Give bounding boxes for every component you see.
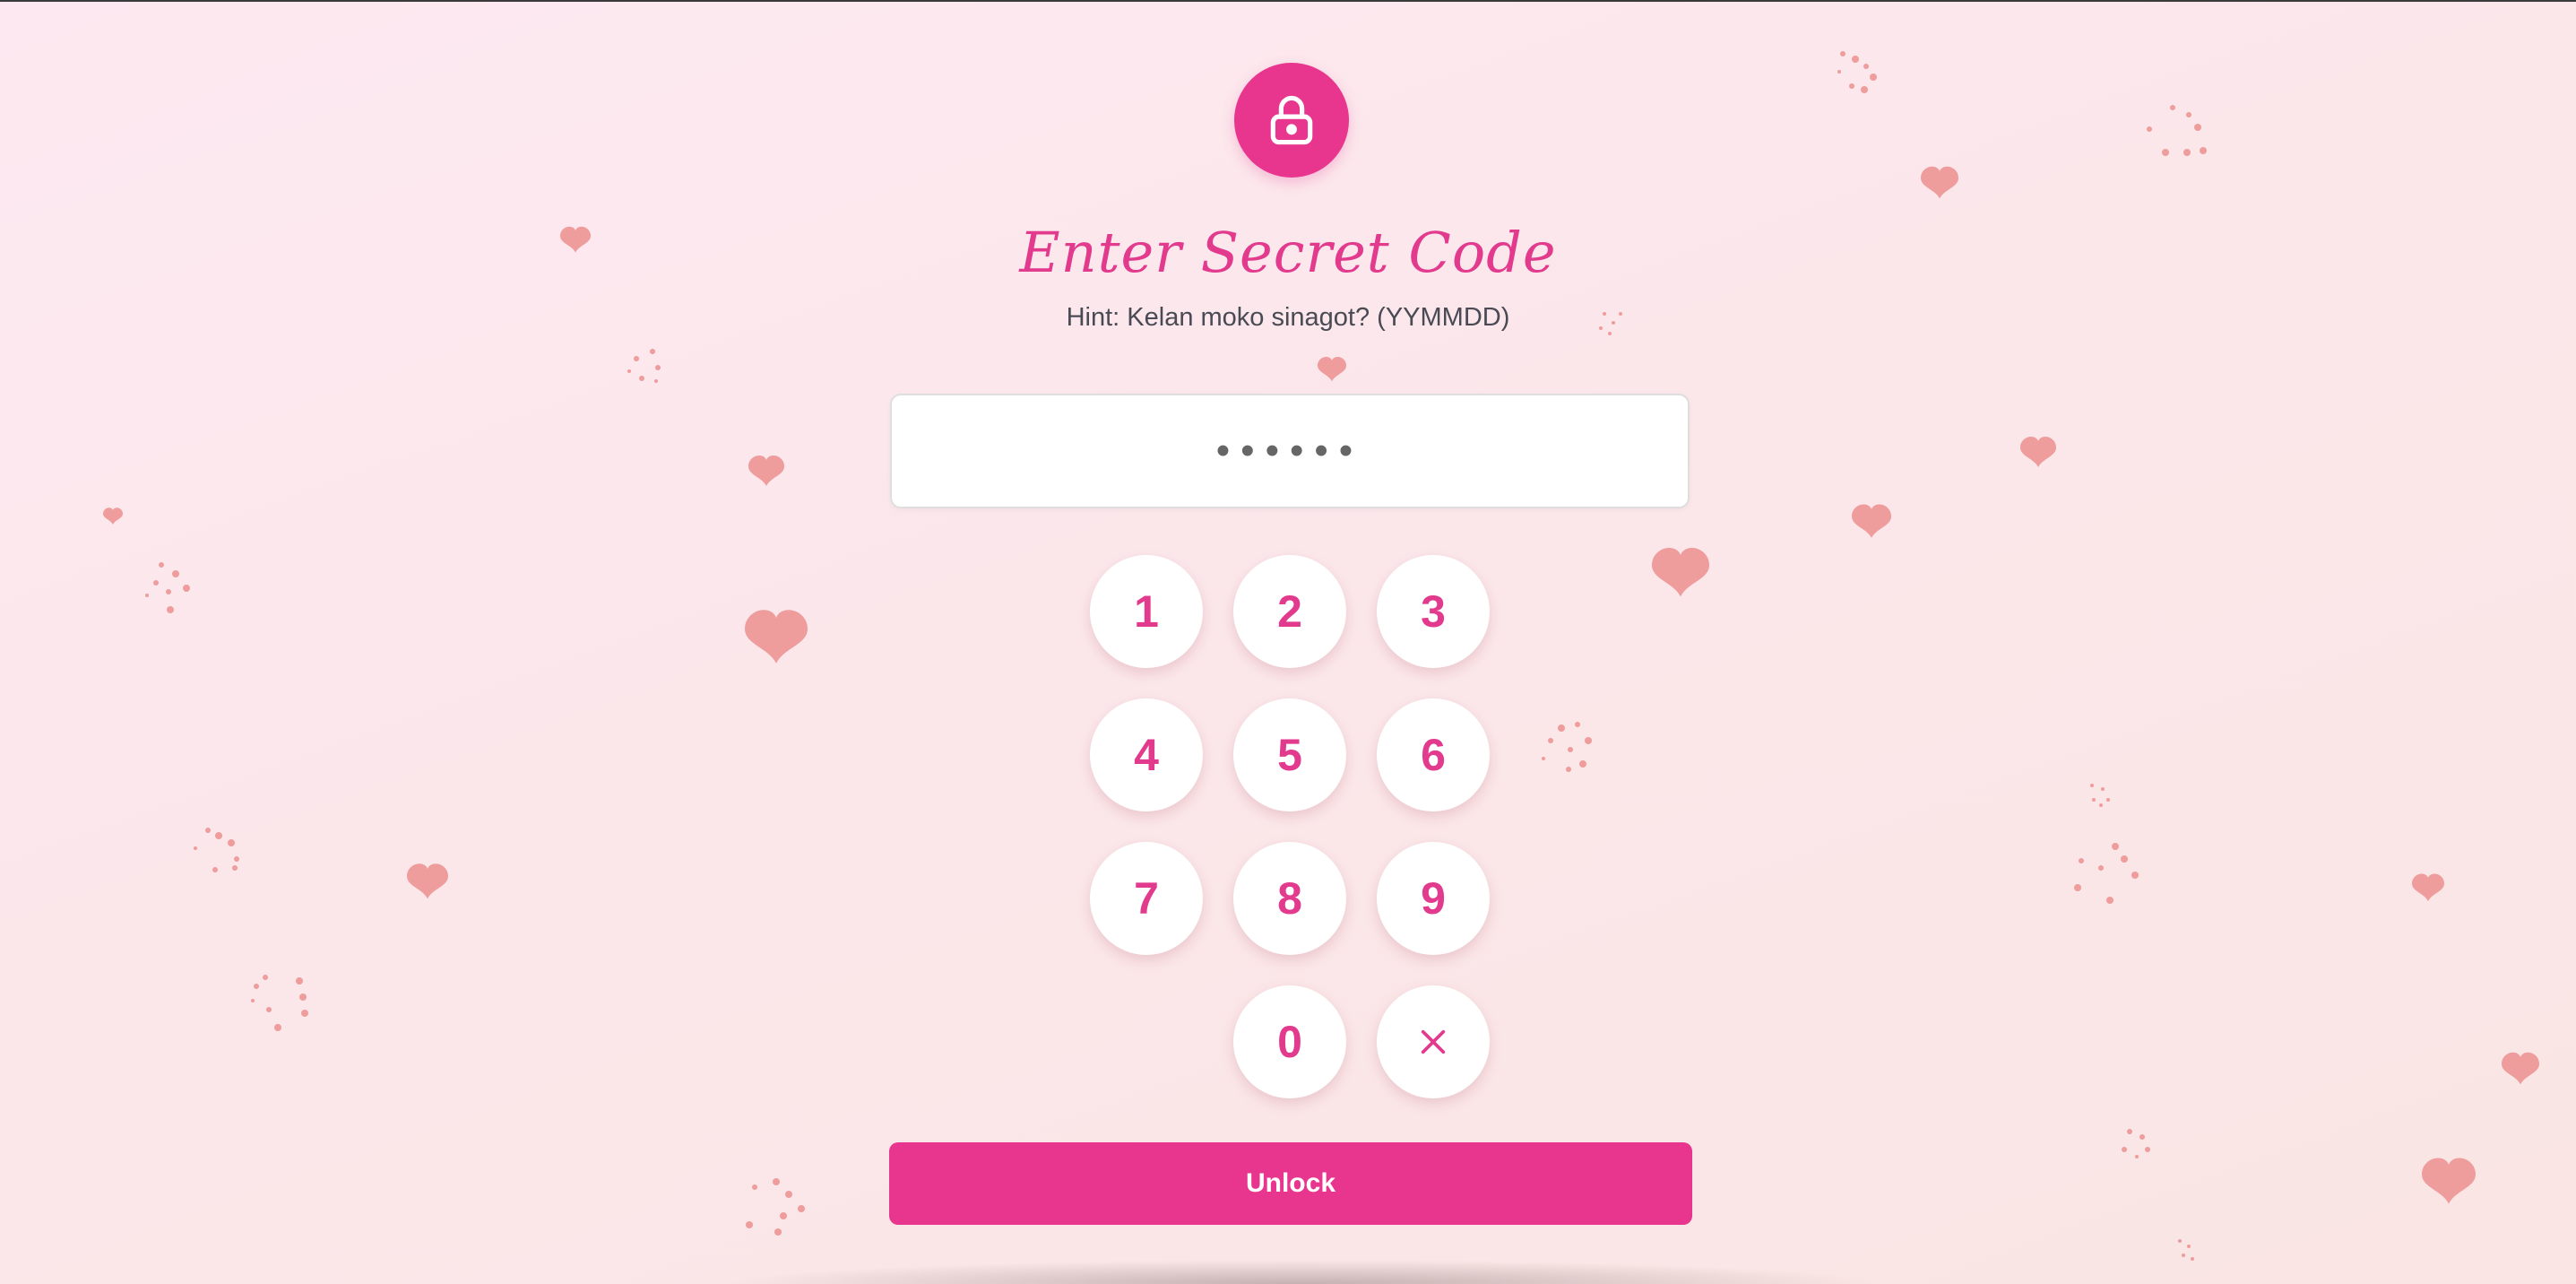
keypad-key-5[interactable]: 5 (1233, 698, 1346, 811)
heart-icon (407, 863, 448, 899)
sparkle-dots (251, 975, 308, 1031)
heart-icon (2020, 437, 2056, 467)
keypad-key-3[interactable]: 3 (1377, 555, 1490, 668)
sparkle-dots (627, 349, 661, 383)
heart-icon (745, 610, 808, 664)
heart-icon (748, 455, 784, 486)
bottom-shadow (717, 1260, 1882, 1284)
sparkle-dots (1837, 51, 1877, 93)
page-title: Enter Secret Code (1019, 220, 1557, 285)
unlock-button[interactable]: Unlock (889, 1142, 1692, 1225)
sparkle-dots (2090, 784, 2110, 807)
heart-icon (1921, 166, 1958, 199)
heart-icon (2502, 1052, 2539, 1085)
sparkle-dots (2147, 105, 2207, 156)
sparkle-dots (194, 828, 239, 872)
lock-badge (1234, 63, 1349, 178)
heart-icon (2412, 873, 2444, 902)
keypad-key-4[interactable]: 4 (1090, 698, 1203, 811)
keypad-key-1[interactable]: 1 (1090, 555, 1203, 668)
keypad-key-2[interactable]: 2 (1233, 555, 1346, 668)
heart-icon (2422, 1158, 2476, 1204)
sparkle-dots (2074, 843, 2139, 904)
keypad-clear-button[interactable] (1377, 985, 1490, 1098)
window-top-border (0, 0, 2576, 2)
close-icon (1421, 1029, 1446, 1054)
keypad-key-0[interactable]: 0 (1233, 985, 1346, 1098)
heart-icon (1318, 357, 1346, 382)
keypad-key-9[interactable]: 9 (1377, 842, 1490, 955)
sparkle-dots (2178, 1239, 2194, 1261)
heart-icon (1652, 548, 1709, 597)
sparkle-dots (1542, 722, 1592, 772)
heart-icon (560, 226, 591, 253)
secret-code-input[interactable]: •••••• (890, 394, 1690, 508)
sparkle-dots (145, 562, 190, 613)
keypad-key-8[interactable]: 8 (1233, 842, 1346, 955)
lock-icon (1270, 95, 1313, 145)
heart-icon (103, 508, 123, 525)
keypad-key-7[interactable]: 7 (1090, 842, 1203, 955)
heart-icon (1852, 504, 1891, 538)
sparkle-dots (2122, 1129, 2150, 1158)
sparkle-dots (746, 1178, 805, 1236)
keypad-key-6[interactable]: 6 (1377, 698, 1490, 811)
hint-text: Hint: Kelan moko sinagot? (YYMMDD) (1066, 303, 1510, 332)
